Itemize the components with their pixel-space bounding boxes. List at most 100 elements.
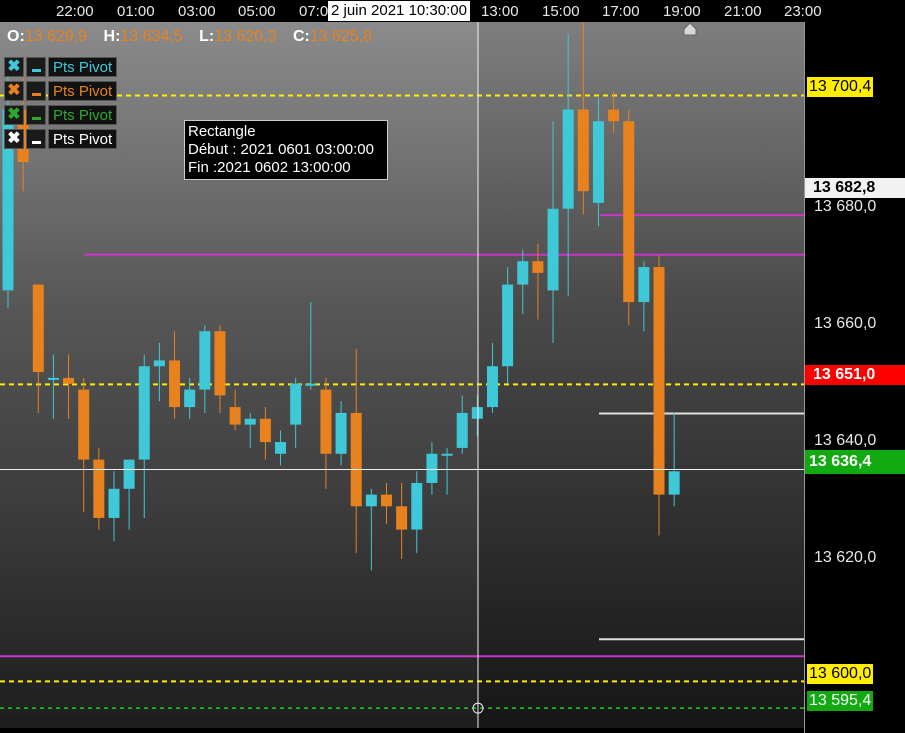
price-tick-label: 13 640,0 [814,432,877,449]
candle-body [396,506,408,530]
candle-body [108,488,120,518]
high-value: 13 634,5 [120,28,183,45]
drawing-tooltip: Rectangle Début : 2021 0601 03:00:00 Fin… [184,120,388,180]
candle-body [502,284,514,367]
close-icon[interactable]: ✖ [4,57,24,77]
time-tick-label: 07:0 [299,3,329,20]
price-tick-label: 13 660,0 [814,315,877,332]
candle-body [93,459,105,518]
ohlc-readout: O:13 629,9 H:13 634,5 L:13 620,3 C:13 62… [7,28,384,46]
time-tick-label: 03:00 [178,3,216,20]
candle-body [184,389,196,408]
candle-body [259,418,271,443]
line-style-icon[interactable] [26,57,46,77]
pivot-low-price-tag: 13 600,0 [807,664,874,684]
time-axis: 22:00 01:00 03:00 05:00 07:0 13:00 15:00… [0,0,905,23]
candle-body [275,442,287,454]
candle-body [486,366,498,408]
candle-body [638,267,650,303]
candle-body [592,121,604,203]
price-axis[interactable]: 13 680,0 13 660,0 13 640,0 13 620,0 13 7… [804,22,905,733]
tooltip-end: Fin :2021 0602 13:00:00 [188,159,351,176]
time-tick-label: 15:00 [542,3,580,20]
candle-body [244,418,256,425]
low-key: L: [199,28,215,45]
candle-body [471,407,483,419]
close-icon[interactable]: ✖ [4,81,24,101]
candle-body [47,377,59,380]
legend-item-pivot-4[interactable]: ✖ Pts Pivot [4,129,118,149]
crosshair-time-label: 2 juin 2021 10:30:00 [328,1,470,21]
candle-body [229,407,241,425]
close-icon[interactable]: ✖ [4,129,24,149]
candle-body [123,459,135,489]
candle-body [623,121,635,303]
time-tick-label: 01:00 [117,3,155,20]
candle-body [350,412,362,507]
candle-body [577,109,589,192]
time-tick-label: 05:00 [238,3,276,20]
candle-body [653,267,665,495]
chart-plot-area[interactable] [0,22,804,728]
candle-body [78,389,90,460]
candle-body [63,377,75,384]
legend-label[interactable]: Pts Pivot [48,81,118,101]
price-tick-label: 13 680,0 [814,198,877,215]
open-value: 13 629,9 [24,28,88,45]
legend-label[interactable]: Pts Pivot [48,129,118,149]
candle-body [153,360,165,367]
close-key: C: [292,28,310,45]
time-tick-label: 17:00 [602,3,640,20]
candle-body [456,412,468,448]
candle-body [214,331,226,396]
close-value: 13 625,8 [309,28,373,45]
time-tick-label: 19:00 [663,3,701,20]
low-value: 13 620,3 [214,28,277,45]
tooltip-start: Début : 2021 0601 03:00:00 [188,141,374,158]
red-level-price-tag: 13 651,0 [805,365,905,385]
candle-body [411,482,423,530]
candle-body [169,360,181,408]
candle-body [335,412,347,454]
candle-body [562,109,574,209]
price-tick-label: 13 620,0 [814,549,877,566]
legend-item-pivot-2[interactable]: ✖ Pts Pivot [4,81,118,101]
time-tick-label: 23:00 [784,3,822,20]
candle-body [668,471,680,495]
candle-body [32,284,44,373]
crosshair-price-tag: 13 682,8 [805,178,905,198]
candle-body [381,494,392,507]
last-price-tag: 13 636,4 [805,450,905,474]
open-key: O: [7,28,25,45]
candle-body [138,366,150,460]
time-tick-label: 22:00 [56,3,94,20]
candle-body [320,389,332,454]
bottom-strip [0,728,804,733]
candle-body [199,331,211,390]
candle-body [305,383,317,386]
legend-item-pivot-1[interactable]: ✖ Pts Pivot [4,57,118,77]
candle-body [441,453,453,456]
candlestick-chart[interactable] [0,22,804,728]
legend-label[interactable]: Pts Pivot [48,57,118,77]
candle-body [517,261,529,285]
candle-body [426,453,438,483]
legend-label[interactable]: Pts Pivot [48,105,118,125]
time-tick-label: 21:00 [724,3,762,20]
green-level-price-tag: 13 595,4 [807,691,874,711]
candle-body [608,109,620,122]
candle-body [365,494,377,507]
line-style-icon[interactable] [26,105,46,125]
candle-body [547,208,559,291]
alert-arrow-icon[interactable] [683,22,697,36]
tooltip-title: Rectangle [188,123,256,140]
time-tick-label: 13:00 [481,3,519,20]
high-key: H: [103,28,121,45]
close-icon[interactable]: ✖ [4,105,24,125]
line-style-icon[interactable] [26,129,46,149]
pivot-high-price-tag: 13 700,4 [807,77,874,97]
line-style-icon[interactable] [26,81,46,101]
candle-body [290,383,302,425]
candle-body [532,261,544,273]
legend-item-pivot-3[interactable]: ✖ Pts Pivot [4,105,118,125]
